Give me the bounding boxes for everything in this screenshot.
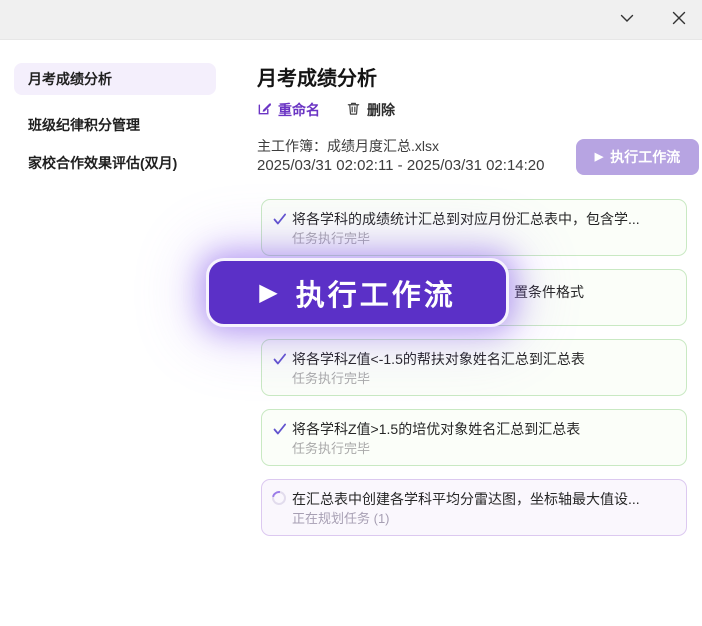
task-status: 任务执行完毕: [272, 369, 674, 389]
task-title: 将各学科Z值<-1.5的帮扶对象姓名汇总到汇总表: [292, 349, 674, 369]
workbook-label: 主工作簿：成绩月度汇总.xlsx: [257, 136, 439, 156]
task-status: 任务执行完毕: [272, 439, 674, 459]
run-workflow-button[interactable]: ▶ 执行工作流: [576, 139, 699, 175]
delete-button[interactable]: 删除: [346, 100, 395, 120]
sidebar-item-class-discipline-points[interactable]: 班级纪律积分管理: [28, 109, 140, 141]
play-icon: ▶: [259, 281, 277, 305]
rename-label: 重命名: [278, 100, 320, 120]
task-card[interactable]: 在汇总表中创建各学科平均分雷达图，坐标轴最大值设... 正在规划任务 (1): [261, 479, 687, 536]
workflow-panel: 月考成绩分析 班级纪律积分管理 家校合作效果评估(双月) 月考成绩分析 重命名 …: [0, 0, 702, 626]
task-card[interactable]: 将各学科Z值>1.5的培优对象姓名汇总到汇总表 任务执行完毕: [261, 409, 687, 466]
run-workflow-overlay-button[interactable]: ▶ 执行工作流: [206, 258, 509, 327]
task-status: 任务执行完毕: [272, 229, 674, 249]
time-range: 2025/03/31 02:02:11 - 2025/03/31 02:14:2…: [257, 157, 544, 174]
header-actions: 重命名 删除: [257, 100, 395, 120]
page-title: 月考成绩分析: [257, 62, 377, 91]
main-panel: 月考成绩分析 重命名 删除 主工作簿：成绩月度汇总.xlsx 2025/03/3…: [256, 40, 702, 626]
chevron-down-icon: [617, 8, 637, 31]
run-workflow-overlay-label: 执行工作流: [296, 272, 456, 314]
task-title: 将各学科的成绩统计汇总到对应月份汇总表中，包含学...: [292, 209, 674, 229]
task-list: 将各学科的成绩统计汇总到对应月份汇总表中，包含学... 任务执行完毕 置条件格式…: [261, 199, 687, 536]
task-card[interactable]: 将各学科Z值<-1.5的帮扶对象姓名汇总到汇总表 任务执行完毕: [261, 339, 687, 396]
check-icon: [272, 351, 288, 367]
collapse-button[interactable]: [612, 5, 642, 35]
task-card[interactable]: 将各学科的成绩统计汇总到对应月份汇总表中，包含学... 任务执行完毕: [261, 199, 687, 256]
play-icon: ▶: [595, 152, 603, 163]
run-workflow-label: 执行工作流: [610, 147, 680, 167]
trash-icon: [346, 101, 361, 119]
titlebar: [0, 0, 702, 40]
delete-label: 删除: [367, 100, 395, 120]
task-status: 正在规划任务 (1): [272, 509, 674, 529]
task-title: 将各学科Z值>1.5的培优对象姓名汇总到汇总表: [292, 419, 674, 439]
sidebar: 月考成绩分析 班级纪律积分管理 家校合作效果评估(双月): [0, 40, 240, 626]
check-icon: [272, 421, 288, 437]
close-icon: [670, 9, 688, 30]
rename-button[interactable]: 重命名: [257, 100, 320, 120]
sidebar-item-home-school-evaluation[interactable]: 家校合作效果评估(双月): [28, 147, 177, 179]
spinner-icon: [272, 491, 288, 507]
edit-pencil-icon: [257, 101, 272, 119]
task-title: 置条件格式: [514, 282, 674, 302]
sidebar-item-monthly-exam-analysis[interactable]: 月考成绩分析: [14, 63, 216, 95]
task-title: 在汇总表中创建各学科平均分雷达图，坐标轴最大值设...: [292, 489, 674, 509]
check-icon: [272, 211, 288, 227]
close-button[interactable]: [664, 5, 694, 35]
